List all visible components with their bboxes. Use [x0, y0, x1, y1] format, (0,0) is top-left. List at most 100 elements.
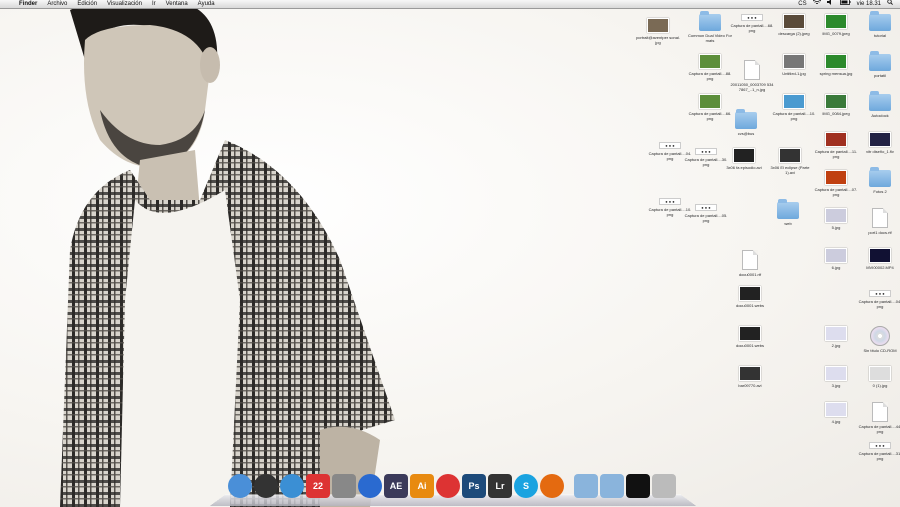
- trash-icon[interactable]: [652, 474, 676, 498]
- desktop-icon-img-0084[interactable]: IMG_0084.jpeg: [814, 94, 858, 116]
- menu-ventana[interactable]: Ventana: [161, 0, 193, 9]
- desktop-icon-video-2[interactable]: 3x06 El eclipse (Parte 1).avi: [768, 148, 812, 175]
- desktop-icon-label: 6.jpg: [831, 265, 841, 270]
- applications-stack-icon[interactable]: [574, 474, 598, 498]
- photo-icon: [739, 326, 761, 341]
- desktop-icon-img-green[interactable]: IMG_0079.jpeg: [814, 14, 858, 36]
- doc-icon: [744, 60, 760, 80]
- desktop-icon-folder-common[interactable]: Common Dual Video Formats: [688, 11, 732, 43]
- desktop-icon-label: vitr diseño_1.flv: [866, 149, 894, 154]
- desktop-icon-capture-4[interactable]: Captura de pantall....10.png: [772, 94, 816, 121]
- chrome-icon[interactable]: [436, 474, 460, 498]
- desktop-icon-img-0[interactable]: 0 (1).jpg: [858, 366, 900, 388]
- desktop-icon-disc-cd[interactable]: Sin título CD-ROM: [858, 326, 900, 353]
- desktop-icon-label: Captura de pantall....11.png: [814, 149, 858, 159]
- folder-icon: [869, 91, 891, 111]
- desktop-icon-capture-12[interactable]: Captura de pantall....44.png: [858, 402, 900, 434]
- preview-icon[interactable]: [332, 474, 356, 498]
- desktop-icon-label: 3x06 fa episodio.avi: [726, 165, 762, 170]
- cs-badge[interactable]: CS: [795, 0, 809, 9]
- menu-archivo[interactable]: Archivo: [42, 0, 72, 9]
- desktop-icon-capture-13[interactable]: ● ● ● Captura de pantall....31.png: [858, 442, 900, 461]
- desktop-icon-img-2jpg[interactable]: 2.jpg: [814, 326, 858, 348]
- desktop-icon-doc-2011[interactable]: 20011050_0003709 5347867_..1_n.jpg: [730, 60, 774, 92]
- itunes-icon[interactable]: [358, 474, 382, 498]
- desktop-icon-person-photo[interactable]: portrait@aventper sonal.jpg: [636, 18, 680, 45]
- desktop-icon-capture-10[interactable]: ● ● ● Captura de pantall....05.png: [684, 204, 728, 223]
- finder-icon[interactable]: [228, 474, 252, 498]
- photo-icon: [699, 94, 721, 109]
- desktop-icon-capture-2[interactable]: Captura de pantall....88.png: [688, 54, 732, 81]
- clock[interactable]: vie 18.31: [854, 0, 884, 9]
- ical-icon[interactable]: 22: [306, 474, 330, 498]
- desktop-icon-label: 2.jpg: [831, 343, 841, 348]
- dashboard-icon[interactable]: [254, 474, 278, 498]
- dock-separator: [566, 474, 572, 498]
- menu-ir[interactable]: Ir: [147, 0, 161, 9]
- desktop-icon-img-6jpg[interactable]: 6.jpg: [814, 248, 858, 270]
- photo-icon: [825, 326, 847, 341]
- photo-icon: [869, 248, 891, 263]
- wifi-icon[interactable]: [810, 0, 824, 9]
- small-icon: ● ● ●: [869, 290, 891, 297]
- small-icon: ● ● ●: [659, 198, 681, 205]
- menu-visualizacion[interactable]: Visualización: [102, 0, 147, 9]
- volume-icon[interactable]: [824, 0, 837, 9]
- menu-edicion[interactable]: Edición: [72, 0, 102, 9]
- photo-icon: [739, 366, 761, 381]
- desktop-icon-folder-autoclock[interactable]: Autoclock: [858, 91, 900, 118]
- desktop-icon-screen-1[interactable]: docu0001.webs: [728, 286, 772, 308]
- desktop-icon-label: Fotos 2: [873, 189, 887, 194]
- desktop-icon-label: web: [784, 221, 792, 226]
- desktop-icon-folder-portatil[interactable]: portatil: [858, 51, 900, 78]
- desktop-icon-folder-tutorial[interactable]: tutorial: [858, 11, 900, 38]
- desktop-icon-img-4jpg[interactable]: 4.jpg: [814, 402, 858, 424]
- battery-icon[interactable]: [837, 0, 854, 9]
- desktop-icon-screen-2[interactable]: docu0001.webs: [728, 326, 772, 348]
- wallpaper-person-photo: [60, 0, 395, 507]
- desktop-icon-doc-port[interactable]: port1 docs.rtf: [858, 208, 900, 235]
- desktop-icon-img-3jpg[interactable]: 3.jpg: [814, 366, 858, 388]
- desktop-icon-capture-5[interactable]: Captura de pantall....11.png: [814, 132, 858, 159]
- photo-icon: [783, 94, 805, 109]
- desktop-icon-folder-web[interactable]: web: [766, 199, 810, 226]
- menu-ayuda[interactable]: Ayuda: [193, 0, 220, 9]
- spotlight-icon[interactable]: [884, 0, 896, 9]
- desktop-icon-img-vitro[interactable]: vitr diseño_1.flv: [858, 132, 900, 154]
- desktop-icon-capture-11[interactable]: ● ● ● Captura de pantall....04.png: [858, 290, 900, 309]
- small-icon: ● ● ●: [741, 14, 763, 21]
- desktop-icon-label: Captura de pantall....44.png: [858, 424, 900, 434]
- desktop-icon-untitled-jpg[interactable]: Untitled-1.jpg: [772, 54, 816, 76]
- desktop-icon-label: descarga (2).jpeg: [778, 31, 810, 36]
- skype-icon[interactable]: S: [514, 474, 538, 498]
- illustrator-icon[interactable]: Ai: [410, 474, 434, 498]
- small-icon: ● ● ●: [659, 142, 681, 149]
- desktop-icon-screen-3[interactable]: bar09770.avi: [728, 366, 772, 388]
- desktop-icon-label: portrait@aventper sonal.jpg: [636, 35, 680, 45]
- downloads-stack-icon[interactable]: [626, 474, 650, 498]
- desktop-icon-label: docu0001.rtf: [738, 272, 762, 277]
- desktop-icon-capture-8[interactable]: Captura de pantall....07.png: [814, 170, 858, 197]
- menu-finder[interactable]: Finder: [14, 0, 42, 9]
- photoshop-icon[interactable]: Ps: [462, 474, 486, 498]
- desktop-icon-download-jpeg[interactable]: descarga (2).jpeg: [772, 14, 816, 36]
- after-effects-icon[interactable]: AE: [384, 474, 408, 498]
- lightroom-icon[interactable]: Lr: [488, 474, 512, 498]
- safari-icon[interactable]: [280, 474, 304, 498]
- photo-icon: [825, 248, 847, 263]
- desktop-icon-capture-1[interactable]: ● ● ● Captura de pantall....68.png: [730, 14, 774, 33]
- desktop-icon-video-mp4[interactable]: MVI00002.MP4: [858, 248, 900, 270]
- desktop-icon-folder-fotos2[interactable]: Fotos 2: [858, 167, 900, 194]
- desktop-icon-folder-cvs[interactable]: cvs@bus: [724, 109, 768, 136]
- firefox-icon[interactable]: [540, 474, 564, 498]
- folder-icon: [735, 109, 757, 129]
- desktop-icon-video-1[interactable]: 3x06 fa episodio.avi: [722, 148, 766, 170]
- desktop-icon-label: Captura de pantall....04.png: [858, 299, 900, 309]
- desktop-icon-doc-001[interactable]: docu0001.rtf: [728, 250, 772, 277]
- documents-stack-icon[interactable]: [600, 474, 624, 498]
- desktop-icon-label: portatil: [873, 73, 886, 78]
- desktop-icon-spring-mem[interactable]: spring mensua.jpg: [814, 54, 858, 76]
- desktop-icon-label: tutorial: [873, 33, 886, 38]
- desktop-icon-img-5jpg[interactable]: 5.jpg: [814, 208, 858, 230]
- photo-icon: [779, 148, 801, 163]
